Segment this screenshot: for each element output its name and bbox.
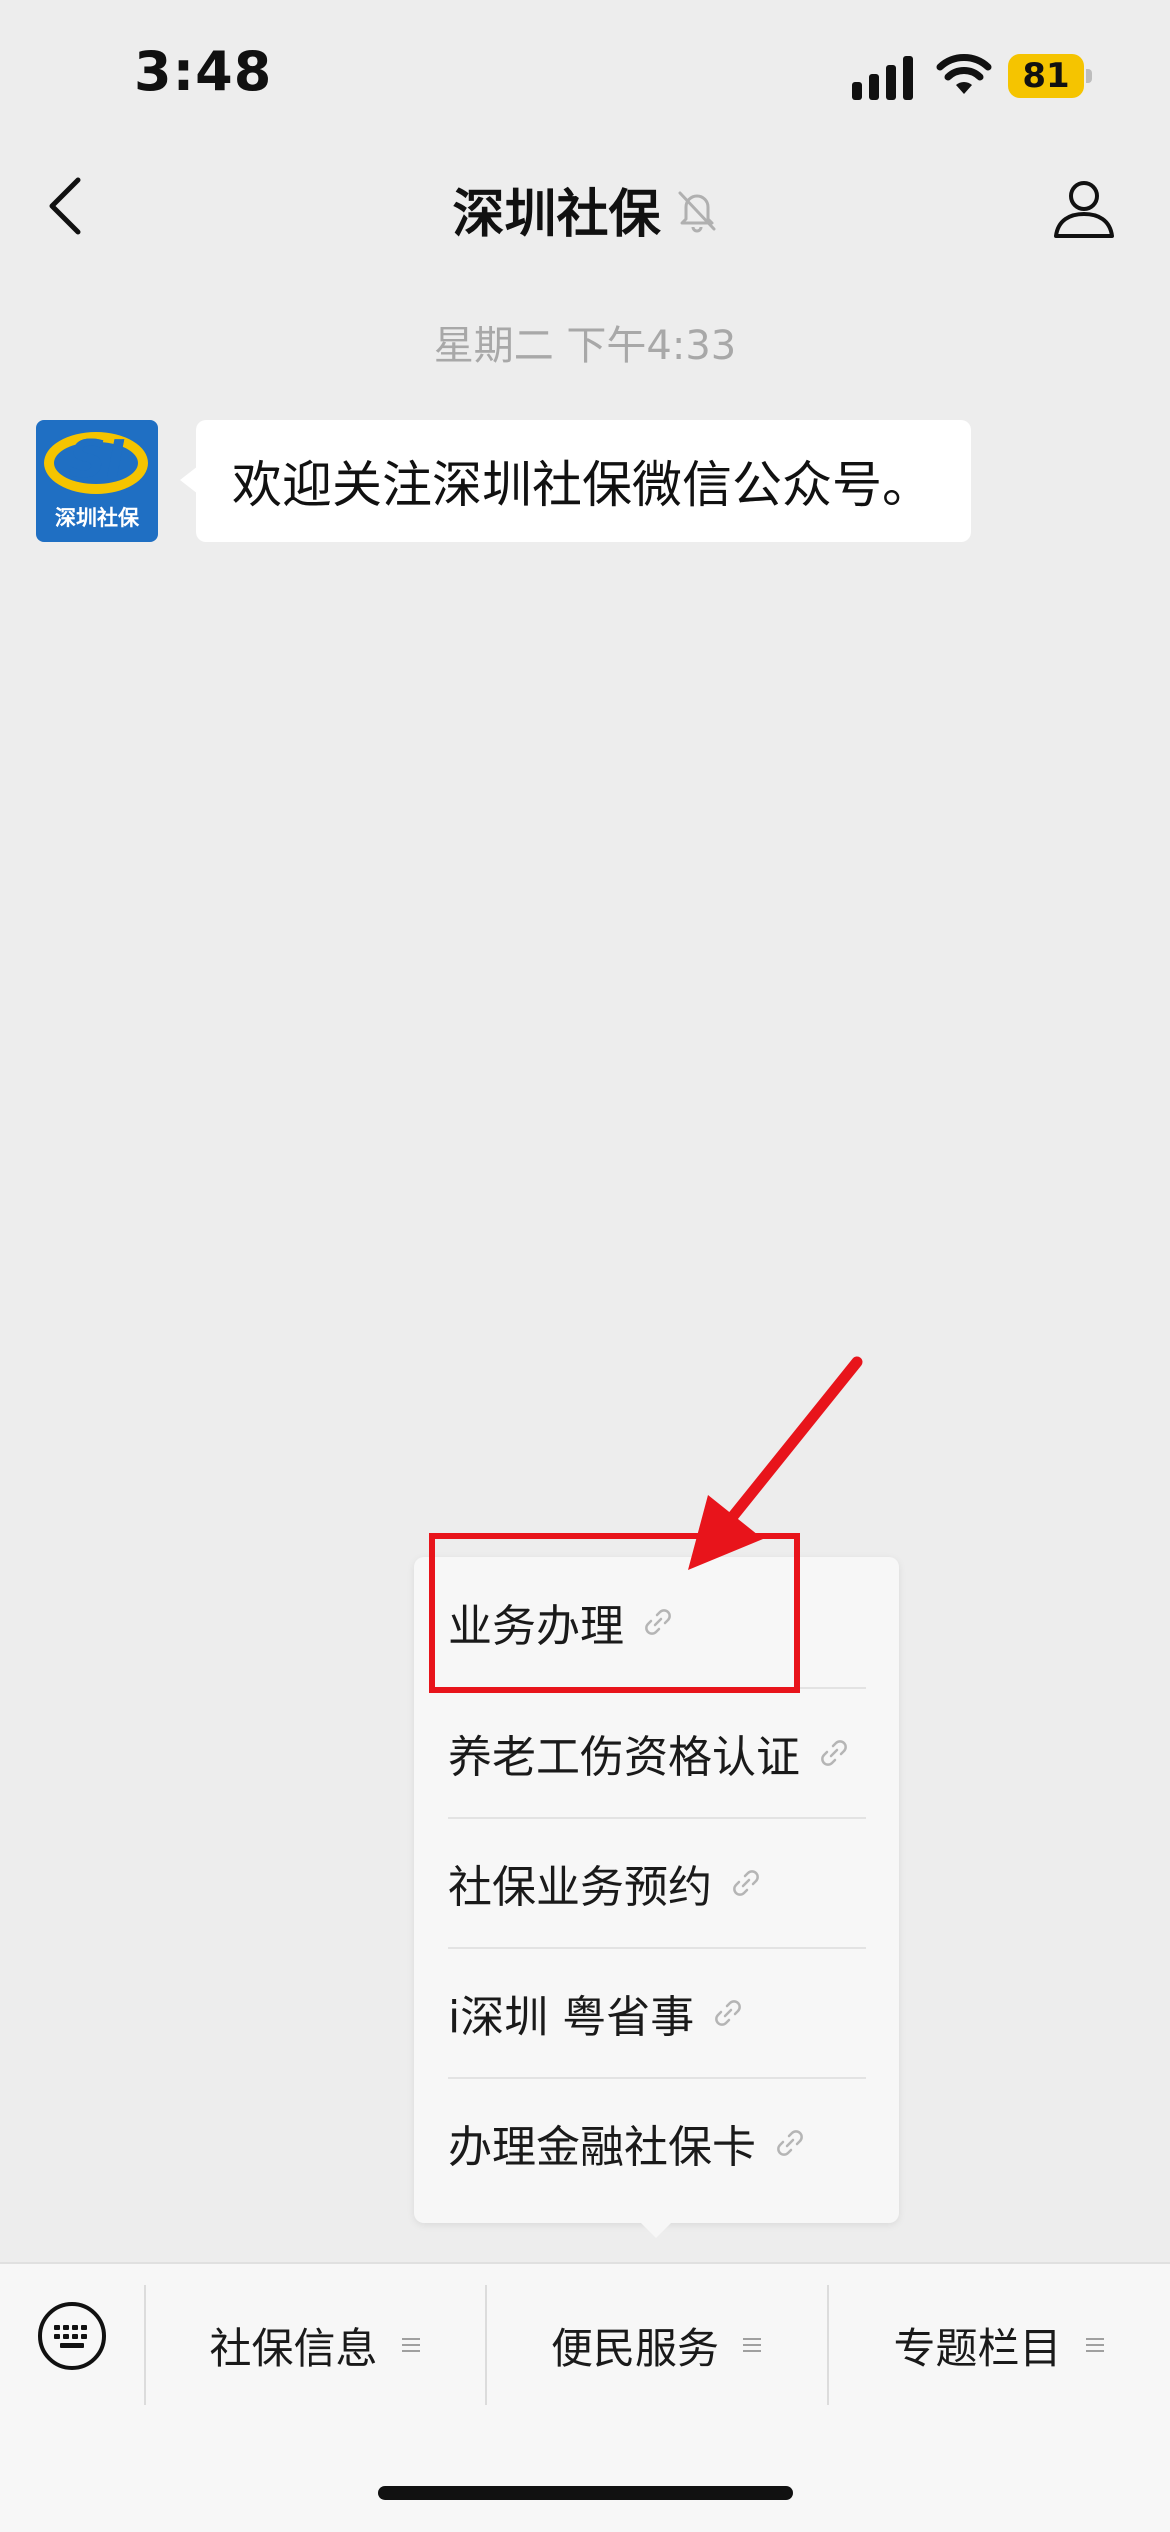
submenu-item-label: 社保业务预约 (448, 1862, 712, 1913)
link-icon (733, 1870, 759, 1896)
tab-label: 专题栏目 (893, 2323, 1062, 2373)
wifi-icon (936, 54, 992, 94)
link-icon (821, 1740, 847, 1766)
tab-label: 社保信息 (209, 2323, 378, 2373)
battery-nub (1086, 69, 1092, 83)
person-icon[interactable] (1052, 176, 1116, 240)
cellular-signal-icon (852, 56, 913, 100)
message-text: 欢迎关注深圳社保微信公众号。 (232, 456, 932, 514)
avatar[interactable]: SI 深圳社保 (36, 420, 158, 542)
link-icon (715, 2000, 742, 2026)
menu-lines-icon (1085, 2338, 1104, 2352)
keyboard-icon[interactable] (36, 2300, 108, 2372)
submenu-item-appointment[interactable]: 社保业务预约 (448, 1817, 866, 1947)
battery-level: 81 (1008, 54, 1084, 98)
tab-label: 便民服务 (550, 2323, 719, 2373)
menu-lines-icon (401, 2338, 420, 2352)
avatar-logo-letters: SI (68, 430, 126, 490)
message-timestamp: 星期二 下午4:33 (433, 323, 737, 369)
annotation-highlight-box (429, 1533, 800, 1693)
menu-lines-icon (743, 2338, 761, 2352)
tab-special-topics[interactable]: 专题栏目 (829, 2312, 1170, 2378)
submenu-item-label: 办理金融社保卡 (448, 2122, 756, 2173)
home-indicator[interactable] (378, 2486, 793, 2500)
message-bubble[interactable]: 欢迎关注深圳社保微信公众号。 (196, 420, 971, 542)
tab-convenience-services[interactable]: 便民服务 (487, 2312, 827, 2378)
status-time: 3:48 (134, 40, 273, 103)
submenu-item-ishenzhen[interactable]: i深圳 粤省事 (448, 1947, 866, 2077)
page-title: 深圳社保 (452, 185, 661, 245)
submenu-item-label: i深圳 粤省事 (448, 1992, 695, 2043)
submenu-popup-tail (640, 2222, 672, 2238)
nav-title-bar: 深圳社保 (0, 172, 1170, 247)
submenu-item-label: 养老工伤资格认证 (448, 1732, 800, 1783)
tab-social-security-info[interactable]: 社保信息 (146, 2312, 485, 2378)
avatar-caption: 深圳社保 (55, 506, 139, 530)
battery-indicator: 81 (1008, 54, 1092, 98)
submenu-item-qualification[interactable]: 养老工伤资格认证 (448, 1687, 866, 1817)
bell-slash-icon (678, 191, 716, 232)
submenu-item-financial-card[interactable]: 办理金融社保卡 (448, 2077, 866, 2207)
link-icon (777, 2130, 803, 2156)
